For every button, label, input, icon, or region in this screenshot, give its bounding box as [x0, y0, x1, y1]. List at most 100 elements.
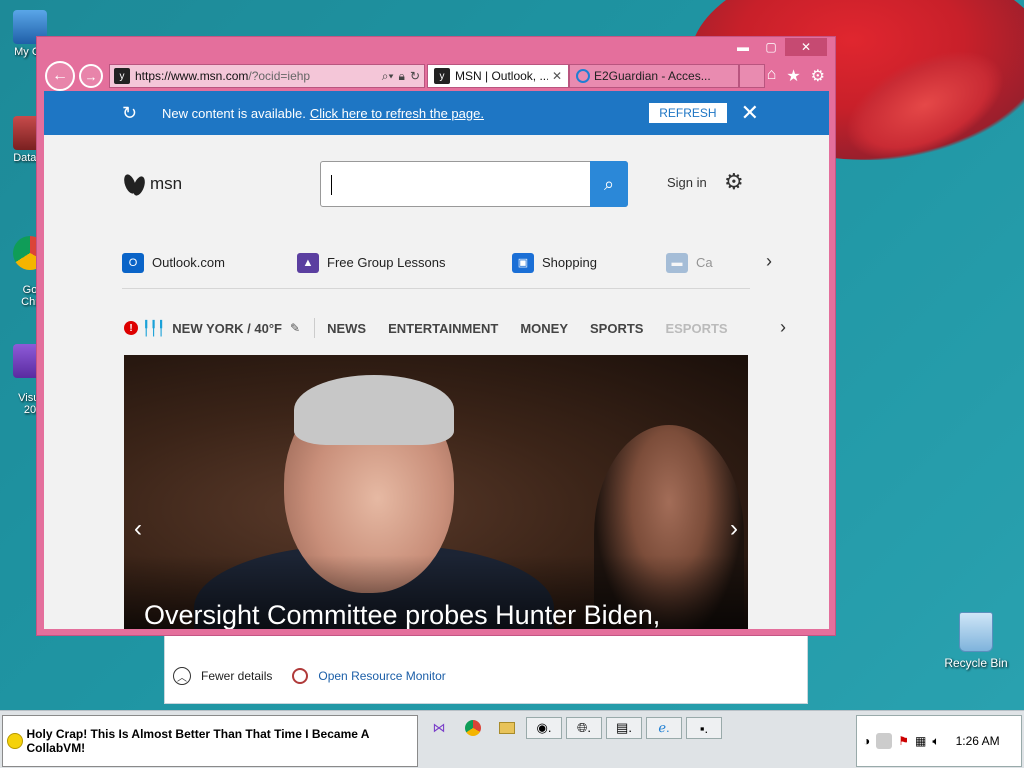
- ie-taskbar-icon[interactable]: ℯ.: [646, 717, 682, 739]
- taskbar-app-1[interactable]: ◉.: [526, 717, 562, 739]
- quicklink-label: Ca: [696, 255, 713, 270]
- msn-logo-text: msn: [150, 174, 183, 193]
- nav-next-arrow-icon[interactable]: ›: [780, 317, 786, 338]
- lock-icon[interactable]: 🔒︎: [399, 69, 405, 84]
- quicklinks-bar: O Outlook.com ▲ Free Group Lessons ▣ Sho…: [122, 237, 772, 289]
- msn-logo[interactable]: msn: [124, 173, 182, 195]
- tray-flag-icon[interactable]: ⚑: [898, 734, 909, 748]
- search-dropdown-icon[interactable]: ⌕▾: [382, 69, 394, 84]
- search-input[interactable]: ⌕: [320, 161, 628, 207]
- taskbar-message-text: Holy Crap! This Is Almost Better Than Th…: [26, 727, 370, 755]
- chevron-up-icon[interactable]: ︿: [173, 667, 191, 685]
- pinned-apps: ⋈ ◉. 🌐︎. ▤. ℯ. ▪.: [424, 717, 722, 739]
- carousel-next-arrow-icon[interactable]: ›: [730, 515, 738, 543]
- tray-stop-icon[interactable]: [876, 733, 893, 749]
- close-tab-icon[interactable]: ✕: [552, 69, 562, 83]
- quicklink-label: Free Group Lessons: [327, 255, 446, 270]
- cart-icon: ▣: [512, 252, 534, 273]
- carousel-prev-arrow-icon[interactable]: ‹: [134, 515, 142, 543]
- browser-window: ▬ ▢ ✕ ← → y https://www.msn.com/?ocid=ie…: [36, 36, 836, 636]
- search-button[interactable]: ⌕: [590, 161, 628, 207]
- search-icon: ⌕: [603, 173, 615, 194]
- desktop-icon-recycle-bin[interactable]: Recycle Bin: [940, 612, 1012, 670]
- nav-entertainment[interactable]: ENTERTAINMENT: [388, 321, 498, 336]
- chrome-taskbar-icon[interactable]: [458, 717, 488, 739]
- page-viewport: ↻ New content is available. Click here t…: [44, 91, 829, 629]
- minimize-button[interactable]: ▬: [729, 38, 757, 56]
- quicklink-label: Outlook.com: [152, 255, 225, 270]
- system-tray: ◑ ⚑ ▦ 🔈︎ 1:26 AM: [856, 715, 1022, 767]
- settings-gear-icon[interactable]: ⚙: [811, 66, 825, 86]
- navigation-bar: ← → y https://www.msn.com/?ocid=iehp ⌕▾ …: [45, 61, 829, 91]
- cmd-taskbar-icon[interactable]: ▪.: [686, 717, 722, 739]
- maximize-button[interactable]: ▢: [757, 38, 785, 56]
- car-icon: ▬: [666, 252, 688, 273]
- msn-favicon-icon: y: [434, 68, 450, 84]
- clock[interactable]: 1:26 AM: [956, 734, 1000, 748]
- msn-header: msn ⌕ Sign in ⚙: [44, 161, 829, 221]
- msn-favicon-icon: y: [114, 68, 130, 84]
- refresh-arrow-icon: ↻: [122, 102, 138, 123]
- taskbar-message[interactable]: Holy Crap! This Is Almost Better Than Th…: [2, 715, 418, 767]
- url-path: /?ocid=iehp: [248, 69, 311, 83]
- address-icons: ⌕▾ 🔒︎ ↻: [382, 69, 420, 84]
- recycle-bin-icon: [959, 612, 993, 652]
- tray-app-icon[interactable]: ◑: [863, 734, 870, 748]
- address-bar[interactable]: y https://www.msn.com/?ocid=iehp ⌕▾ 🔒︎ ↻: [109, 64, 425, 88]
- fewer-details-button[interactable]: Fewer details: [201, 669, 272, 683]
- tab-label: E2Guardian - Acces...: [594, 69, 711, 83]
- forward-button[interactable]: →: [79, 64, 103, 88]
- open-resource-monitor-link[interactable]: Open Resource Monitor: [318, 669, 445, 683]
- weather-alert-icon[interactable]: !: [124, 321, 138, 335]
- notification-text: New content is available.: [162, 105, 306, 121]
- file-explorer-taskbar-icon[interactable]: [492, 717, 522, 739]
- weather-location[interactable]: NEW YORK / 40°F: [172, 321, 282, 336]
- graduation-cap-icon: ▲: [297, 252, 319, 273]
- tab-e2guardian[interactable]: E2Guardian - Acces...: [569, 64, 739, 88]
- quicklink-shopping[interactable]: ▣ Shopping: [512, 252, 666, 273]
- refresh-icon[interactable]: ↻: [410, 69, 420, 84]
- refresh-button[interactable]: REFRESH: [649, 103, 727, 123]
- hero-photo-hair: [294, 375, 454, 445]
- hero-headline[interactable]: Oversight Committee probes Hunter Biden,: [144, 600, 660, 629]
- quicklink-cars[interactable]: ▬ Ca: [666, 252, 713, 273]
- nav-news[interactable]: NEWS: [327, 321, 366, 336]
- close-notification-icon[interactable]: ✕: [741, 100, 759, 126]
- taskbar-app-2[interactable]: 🌐︎.: [566, 717, 602, 739]
- sign-in-link[interactable]: Sign in: [667, 175, 707, 190]
- back-button[interactable]: ←: [45, 61, 75, 91]
- settings-gear-icon[interactable]: ⚙: [724, 169, 744, 195]
- tray-network-icon[interactable]: ▦: [915, 734, 926, 748]
- favorites-star-icon[interactable]: ★: [786, 66, 800, 86]
- quicklinks-next-arrow-icon[interactable]: ›: [766, 251, 772, 272]
- url-text[interactable]: https://www.msn.com/?ocid=iehp: [135, 69, 382, 83]
- hero-carousel[interactable]: Oversight Committee probes Hunter Biden,…: [124, 355, 748, 629]
- window-controls: ▬ ▢ ✕: [729, 38, 827, 56]
- nav-esports[interactable]: ESPORTS: [665, 321, 727, 336]
- tab-msn[interactable]: y MSN | Outlook, ... ✕: [427, 64, 569, 88]
- nav-money[interactable]: MONEY: [520, 321, 568, 336]
- ie-icon: [576, 69, 590, 83]
- quicklink-outlook[interactable]: O Outlook.com: [122, 252, 297, 273]
- recycle-bin-label: Recycle Bin: [944, 656, 1008, 670]
- url-host: https://www.msn.com: [135, 69, 249, 83]
- outlook-icon: O: [122, 252, 144, 273]
- tray-volume-icon[interactable]: 🔈︎: [932, 734, 939, 749]
- nav-sports[interactable]: SPORTS: [590, 321, 643, 336]
- quicklink-free-group-lessons[interactable]: ▲ Free Group Lessons: [297, 252, 512, 273]
- divider: [314, 318, 316, 338]
- taskbar: Holy Crap! This Is Almost Better Than Th…: [0, 710, 1024, 768]
- msn-butterfly-icon: [124, 173, 146, 195]
- visual-studio-taskbar-icon[interactable]: ⋈: [424, 717, 454, 739]
- tab-label: MSN | Outlook, ...: [455, 69, 548, 83]
- smiley-icon: [7, 733, 23, 749]
- home-icon[interactable]: ⌂: [767, 66, 777, 86]
- refresh-notification-bar: ↻ New content is available. Click here t…: [44, 91, 829, 135]
- text-caret: [331, 175, 332, 195]
- edit-pencil-icon[interactable]: ✎: [290, 321, 300, 335]
- task-manager-footer: ︿ Fewer details Open Resource Monitor: [173, 667, 446, 685]
- refresh-page-link[interactable]: Click here to refresh the page.: [310, 106, 484, 121]
- taskbar-app-3[interactable]: ▤.: [606, 717, 642, 739]
- close-window-button[interactable]: ✕: [785, 38, 827, 56]
- new-tab-button[interactable]: [739, 64, 765, 88]
